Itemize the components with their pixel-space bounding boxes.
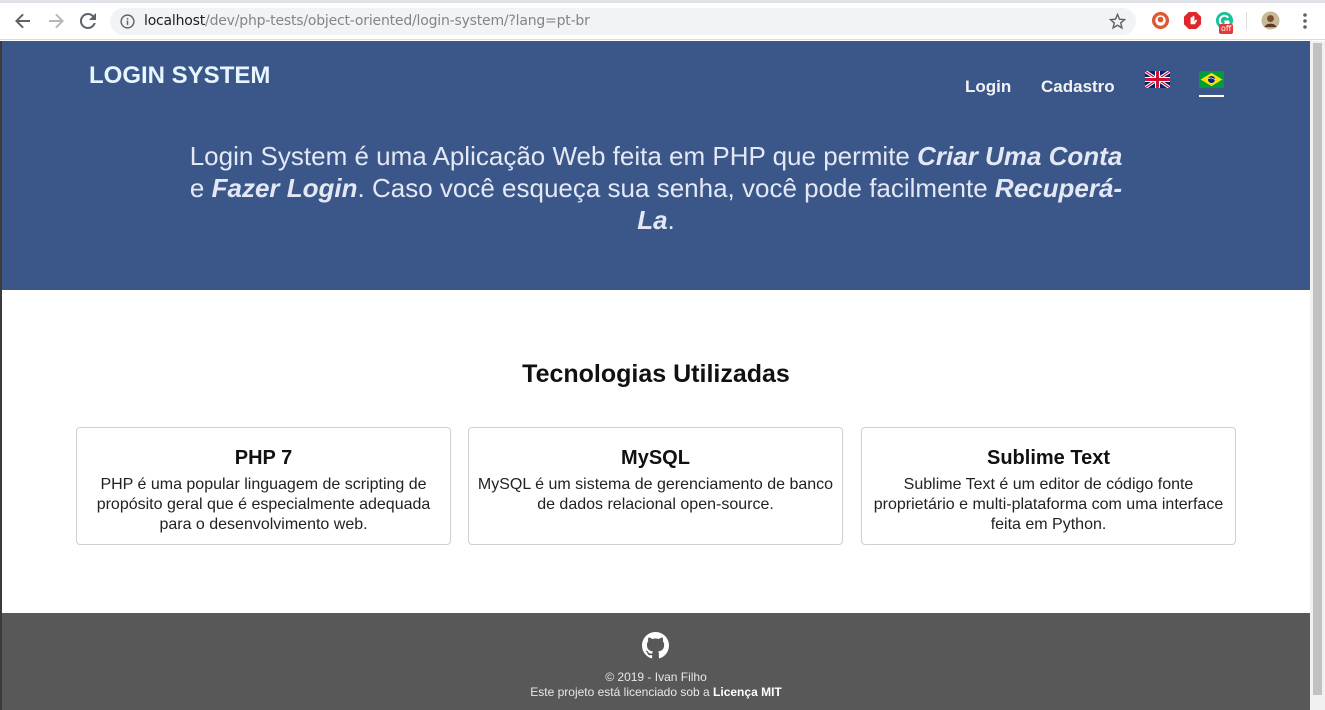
reload-icon[interactable] <box>77 10 99 32</box>
extension-off-badge: off <box>1219 24 1234 34</box>
hero-text-part2: e <box>189 173 212 203</box>
toolbar-divider <box>1246 12 1247 30</box>
hero-text-part1: Login System é uma Aplicação Web feita e… <box>189 141 918 171</box>
tech-card-php: PHP 7 PHP é uma popular linguagem de scr… <box>76 427 451 545</box>
tech-card-text: Sublime Text é um editor de código fonte… <box>873 476 1224 533</box>
scrollbar-thumb[interactable] <box>1313 43 1322 695</box>
tech-card-mysql: MySQL MySQL é um sistema de gerenciament… <box>468 427 843 545</box>
browser-menu-icon[interactable] <box>1297 12 1313 30</box>
nav-register-link[interactable]: Cadastro <box>1041 77 1115 97</box>
brand-logo[interactable]: LOGIN SYSTEM <box>89 62 270 90</box>
url-host: localhost <box>144 13 206 29</box>
hero-emphasis-login: Fazer Login <box>211 173 358 203</box>
nav-login-link[interactable]: Login <box>965 77 1011 97</box>
footer-license-link[interactable]: Licença MIT <box>713 685 782 699</box>
hero-text-part4: . <box>667 205 675 235</box>
tech-card-sublime: Sublime Text Sublime Text é um editor de… <box>861 427 1236 545</box>
hero-description: Login System é uma Aplicação Web feita e… <box>182 140 1130 236</box>
tech-card-text: MySQL é um sistema de gerenciamento de b… <box>477 476 834 513</box>
footer-license: Este projeto está licenciado sob a Licen… <box>2 685 1310 699</box>
vertical-scrollbar[interactable] <box>1310 41 1325 710</box>
address-bar[interactable]: localhost/dev/php-tests/object-oriented/… <box>110 8 1136 35</box>
tech-card-title: PHP 7 <box>234 447 293 469</box>
tech-card-title: Sublime Text <box>987 447 1110 469</box>
hero-emphasis-create-account: Criar Uma Conta <box>917 141 1123 171</box>
page: LOGIN SYSTEM Login Cadastro Login System… <box>2 41 1310 710</box>
duckduckgo-extension-icon[interactable] <box>1151 11 1170 30</box>
tech-card-text: PHP é uma popular linguagem de scripting… <box>96 476 431 533</box>
footer: © 2019 - Ivan Filho Este projeto está li… <box>2 613 1310 710</box>
tab-strip-edge <box>0 0 1325 3</box>
profile-avatar[interactable] <box>1261 11 1280 30</box>
back-arrow-icon[interactable] <box>12 10 34 32</box>
brazil-flag-icon[interactable] <box>1199 71 1224 88</box>
adblock-extension-icon[interactable] <box>1183 11 1202 30</box>
footer-license-prefix: Este projeto está licenciado sob a <box>530 685 714 699</box>
active-language-indicator <box>1199 95 1224 97</box>
hero-text-part3: . Caso você esqueça sua senha, você pode… <box>357 173 995 203</box>
english-flag-icon[interactable] <box>1145 71 1170 88</box>
url-path: /dev/php-tests/object-oriented/login-sys… <box>205 13 590 29</box>
footer-copyright: © 2019 - Ivan Filho <box>605 670 707 684</box>
url-text[interactable]: localhost/dev/php-tests/object-oriented/… <box>144 13 590 29</box>
technologies-title: Tecnologias Utilizadas <box>522 360 790 388</box>
hero-section: LOGIN SYSTEM Login Cadastro Login System… <box>2 41 1310 290</box>
info-icon[interactable] <box>120 14 135 29</box>
tech-card-title: MySQL <box>621 447 690 469</box>
forward-arrow-icon[interactable] <box>45 10 67 32</box>
bookmark-star-icon[interactable] <box>1109 13 1126 30</box>
browser-toolbar: localhost/dev/php-tests/object-oriented/… <box>0 0 1325 40</box>
github-icon[interactable] <box>642 632 669 659</box>
